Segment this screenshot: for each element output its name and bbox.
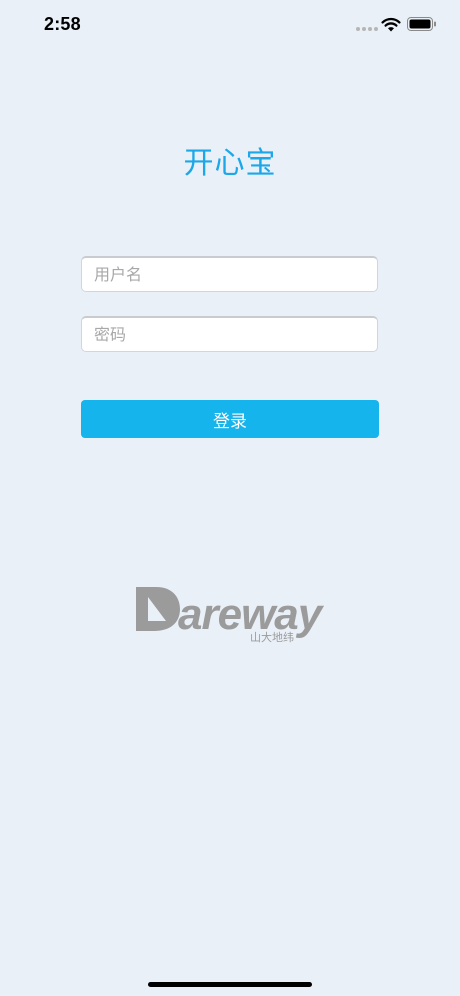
username-input[interactable] bbox=[81, 256, 378, 292]
password-input[interactable] bbox=[81, 316, 378, 352]
status-bar: 2:58 bbox=[0, 0, 460, 50]
battery-icon bbox=[407, 17, 436, 31]
status-time: 2:58 bbox=[44, 14, 81, 34]
app-title: 开心宝 bbox=[183, 146, 277, 181]
dareway-logo: areway 山大地纬 bbox=[136, 587, 326, 644]
login-button[interactable]: 登录 bbox=[81, 400, 379, 438]
home-indicator bbox=[148, 982, 312, 987]
signal-dots-icon bbox=[356, 27, 378, 31]
logo-subtitle: 山大地纬 bbox=[250, 630, 294, 644]
wifi-icon bbox=[381, 17, 401, 32]
